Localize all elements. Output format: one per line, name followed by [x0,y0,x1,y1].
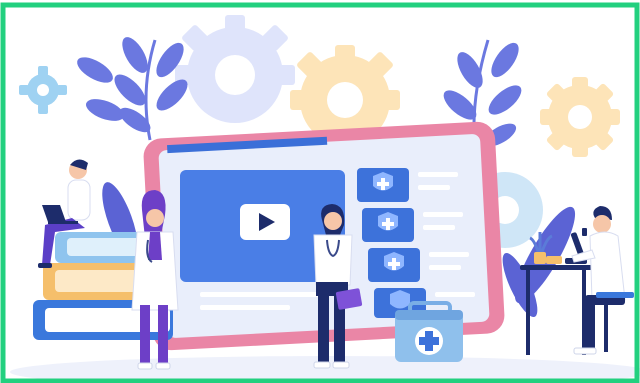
shield-cross-icon [357,168,409,202]
play-icon [240,204,290,240]
illustration [0,0,640,383]
telemedicine-scene [0,2,640,383]
shield-cross-icon [368,248,420,282]
first-aid-kit-icon [395,301,463,362]
gear-icon [175,15,295,123]
gear-icon [540,77,620,157]
leaf-icon [77,37,188,141]
gear-icon [19,66,67,114]
shield-cross-icon [362,208,414,242]
